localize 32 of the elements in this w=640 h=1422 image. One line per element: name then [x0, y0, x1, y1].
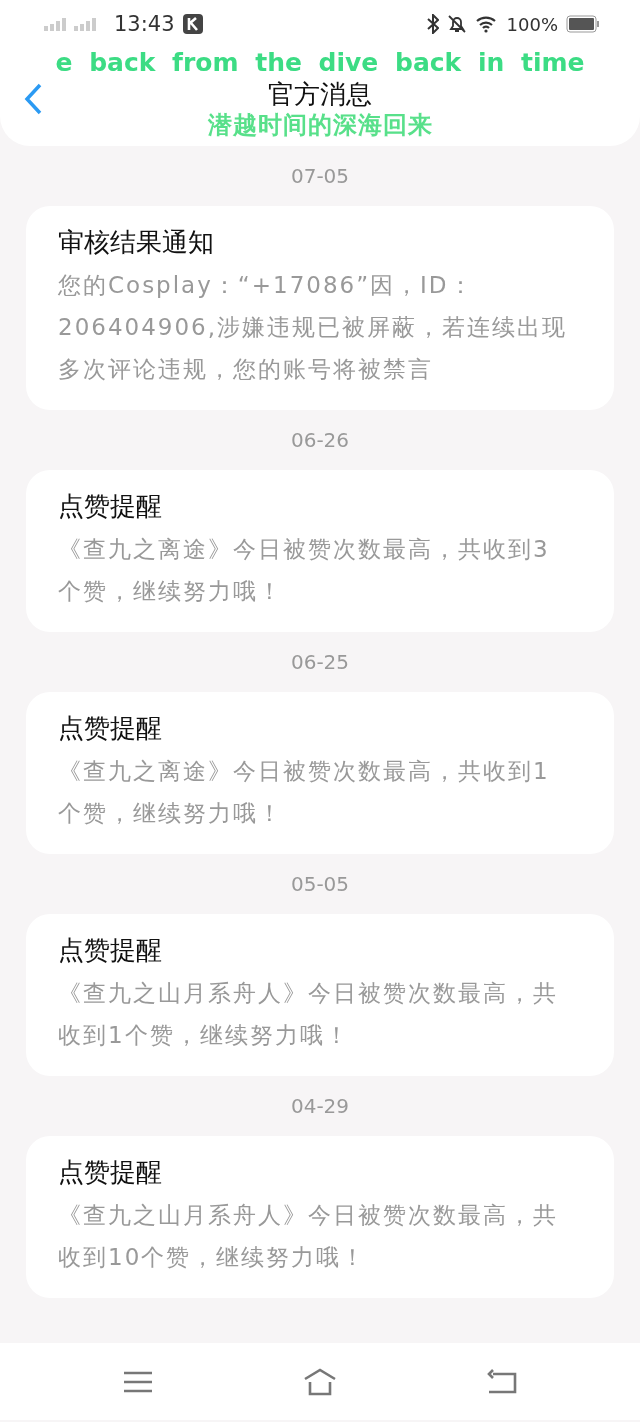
message-date: 06-26	[290, 428, 350, 452]
message-date: 06-25	[290, 650, 350, 674]
signal-icon	[74, 17, 96, 31]
message-body: 《查九之离途》今日被赞次数最高，共收到3个赞，继续努力哦！	[58, 535, 551, 606]
signal-icon	[44, 17, 66, 31]
status-time: 13:43	[114, 12, 175, 36]
message-card[interactable]: 点赞提醒 《查九之离途》今日被赞次数最高，共收到1个赞，继续努力哦！	[26, 692, 614, 854]
message-body: 您的Cosplay：“+17086”因，ID：206404906,涉嫌违规已被屏蔽，若连续出现多次评论违规，您的账号将被禁言	[58, 271, 568, 384]
message-date: 07-05	[290, 164, 350, 188]
page-title: 官方消息	[268, 78, 372, 110]
message-title: 点赞提醒	[58, 1156, 163, 1189]
floating-lyrics: e back from the dive back in time	[55, 48, 585, 78]
message-title: 点赞提醒	[58, 490, 163, 523]
app-badge-icon	[182, 14, 203, 34]
floating-lyrics: 潜越时间的深海回来	[207, 110, 433, 140]
message-date: 04-29	[290, 1094, 350, 1118]
message-card[interactable]: 点赞提醒 《查九之山月系舟人》今日被赞次数最高，共收到10个赞，继续努力哦！	[26, 1136, 614, 1298]
message-title: 审核结果通知	[58, 226, 215, 259]
message-title: 点赞提醒	[58, 934, 163, 967]
bluetooth-icon	[426, 14, 439, 34]
back-icon[interactable]	[22, 82, 44, 116]
message-card[interactable]: 点赞提醒 《查九之离途》今日被赞次数最高，共收到3个赞，继续努力哦！	[26, 470, 614, 632]
message-title: 点赞提醒	[58, 712, 163, 745]
message-card[interactable]: 审核结果通知 您的Cosplay：“+17086”因，ID：206404906,涉嫌违规已被屏蔽，若连续出现多次评论违规，您的账号将被禁言	[26, 206, 614, 410]
message-body: 《查九之离途》今日被赞次数最高，共收到1个赞，继续努力哦！	[58, 757, 551, 828]
battery-percent: 100%	[506, 13, 558, 35]
bell-off-icon	[446, 14, 467, 34]
message-body: 《查九之山月系舟人》今日被赞次数最高，共收到10个赞，继续努力哦！	[58, 1201, 559, 1272]
message-card[interactable]: 点赞提醒 《查九之山月系舟人》今日被赞次数最高，共收到1个赞，继续努力哦！	[26, 914, 614, 1076]
message-date: 05-05	[290, 872, 350, 896]
message-body: 《查九之山月系舟人》今日被赞次数最高，共收到1个赞，继续努力哦！	[58, 979, 559, 1050]
battery-icon	[566, 15, 600, 33]
